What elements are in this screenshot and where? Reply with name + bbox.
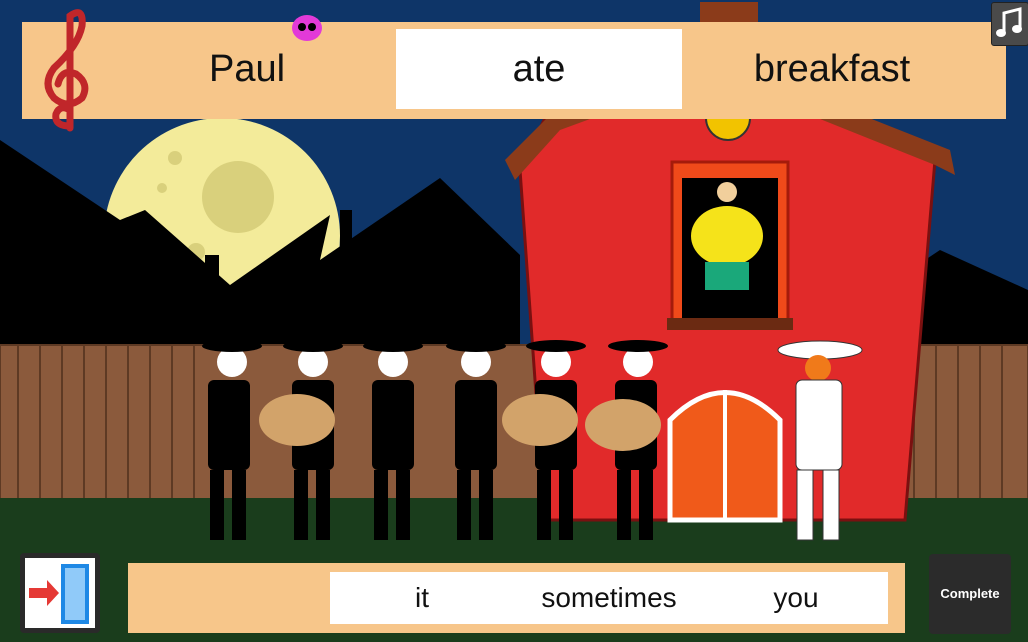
treble-clef-icon [44,9,89,132]
sentence-word[interactable]: ate [396,29,682,109]
sentence-word: Paul [208,48,286,90]
exit-button[interactable] [20,553,100,633]
word-option[interactable]: you [750,568,842,628]
word-option[interactable]: sometimes [520,568,698,628]
sentence-word: breakfast [753,48,911,90]
music-toggle-button[interactable] [991,2,1028,46]
complete-button[interactable]: Complete [929,554,1011,634]
word-option[interactable]: it [380,568,464,628]
exit-door-icon [25,558,95,628]
music-note-icon [996,7,1022,37]
